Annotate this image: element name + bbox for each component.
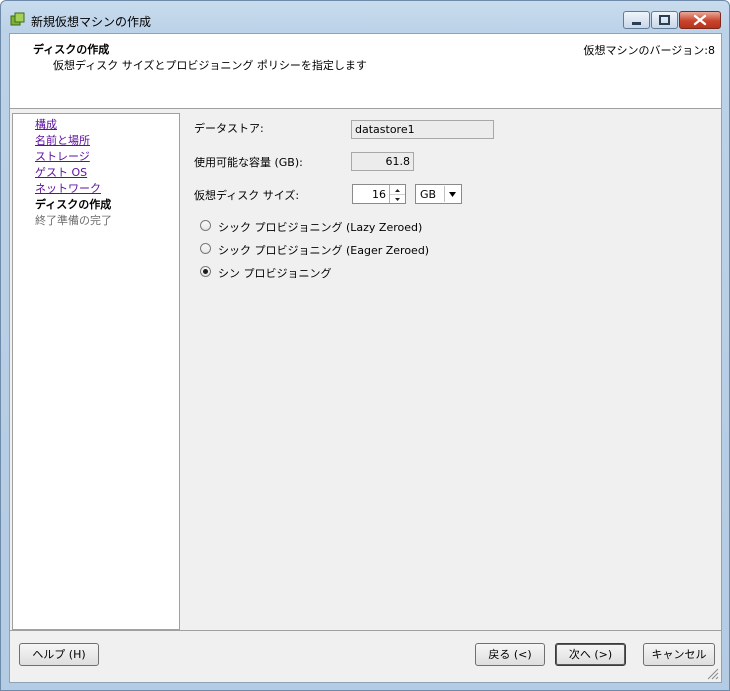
resize-grip-icon[interactable] (707, 668, 719, 680)
wizard-steps-nav: 構成 名前と場所 ストレージ ゲスト OS ネットワーク ディスクの作成 終了準… (12, 113, 180, 630)
step-guest-os[interactable]: ゲスト OS (35, 164, 87, 180)
minimize-icon (632, 22, 641, 25)
available-capacity-field: 61.8 (351, 152, 414, 171)
window-title: 新規仮想マシンの作成 (31, 15, 152, 29)
radio-circle[interactable] (200, 220, 211, 231)
radio-circle[interactable] (200, 266, 211, 277)
step-ready-to-complete: 終了準備の完了 (35, 214, 112, 227)
datastore-field: datastore1 (351, 120, 494, 139)
next-button[interactable]: 次へ (>) (555, 643, 626, 666)
wizard-window: 新規仮想マシンの作成 ディスクの作成 仮想ディスク サイズとプロビジョニング ポ… (0, 0, 730, 691)
radio-selected-dot (203, 269, 208, 274)
minimize-button[interactable] (623, 11, 650, 29)
maximize-button[interactable] (651, 11, 678, 29)
vm-app-icon (10, 12, 25, 26)
close-button[interactable] (679, 11, 721, 29)
step-network[interactable]: ネットワーク (35, 180, 101, 196)
radio-label: シン プロビジョニング (218, 267, 332, 280)
available-capacity-label: 使用可能な容量 (GB): (194, 156, 303, 169)
page-title: ディスクの作成 (33, 43, 110, 56)
page-subtitle: 仮想ディスク サイズとプロビジョニング ポリシーを指定します (53, 59, 367, 72)
wizard-client: ディスクの作成 仮想ディスク サイズとプロビジョニング ポリシーを指定します 仮… (9, 33, 722, 683)
cancel-button[interactable]: キャンセル (643, 643, 715, 666)
datastore-label: データストア: (194, 122, 264, 135)
radio-circle[interactable] (200, 243, 211, 254)
step-configuration[interactable]: 構成 (35, 116, 57, 132)
wizard-header: ディスクの作成 仮想ディスク サイズとプロビジョニング ポリシーを指定します 仮… (10, 34, 721, 109)
close-icon (693, 14, 707, 26)
disk-size-stepper[interactable]: 16 (352, 184, 406, 204)
disk-size-spin-buttons (389, 185, 405, 203)
spin-down-icon (395, 198, 400, 201)
radio-label: シック プロビジョニング (Lazy Zeroed) (218, 221, 423, 234)
footer-divider (10, 630, 721, 631)
chevron-down-icon[interactable] (444, 186, 460, 202)
disk-size-value: 16 (372, 188, 386, 201)
radio-label: シック プロビジョニング (Eager Zeroed) (218, 244, 430, 257)
maximize-icon (659, 15, 670, 25)
vm-version-label: 仮想マシンのバージョン:8 (583, 44, 715, 57)
step-storage[interactable]: ストレージ (35, 148, 90, 164)
back-button[interactable]: 戻る (<) (475, 643, 545, 666)
disk-size-label: 仮想ディスク サイズ: (194, 189, 300, 202)
disk-size-unit-value: GB (420, 188, 437, 201)
step-name-location[interactable]: 名前と場所 (35, 132, 90, 148)
step-create-disk: ディスクの作成 (35, 198, 112, 211)
spin-down-button[interactable] (390, 194, 405, 203)
help-button[interactable]: ヘルプ (H) (19, 643, 99, 666)
title-bar[interactable]: 新規仮想マシンの作成 (1, 1, 729, 33)
disk-size-unit-select[interactable]: GB (415, 184, 462, 204)
